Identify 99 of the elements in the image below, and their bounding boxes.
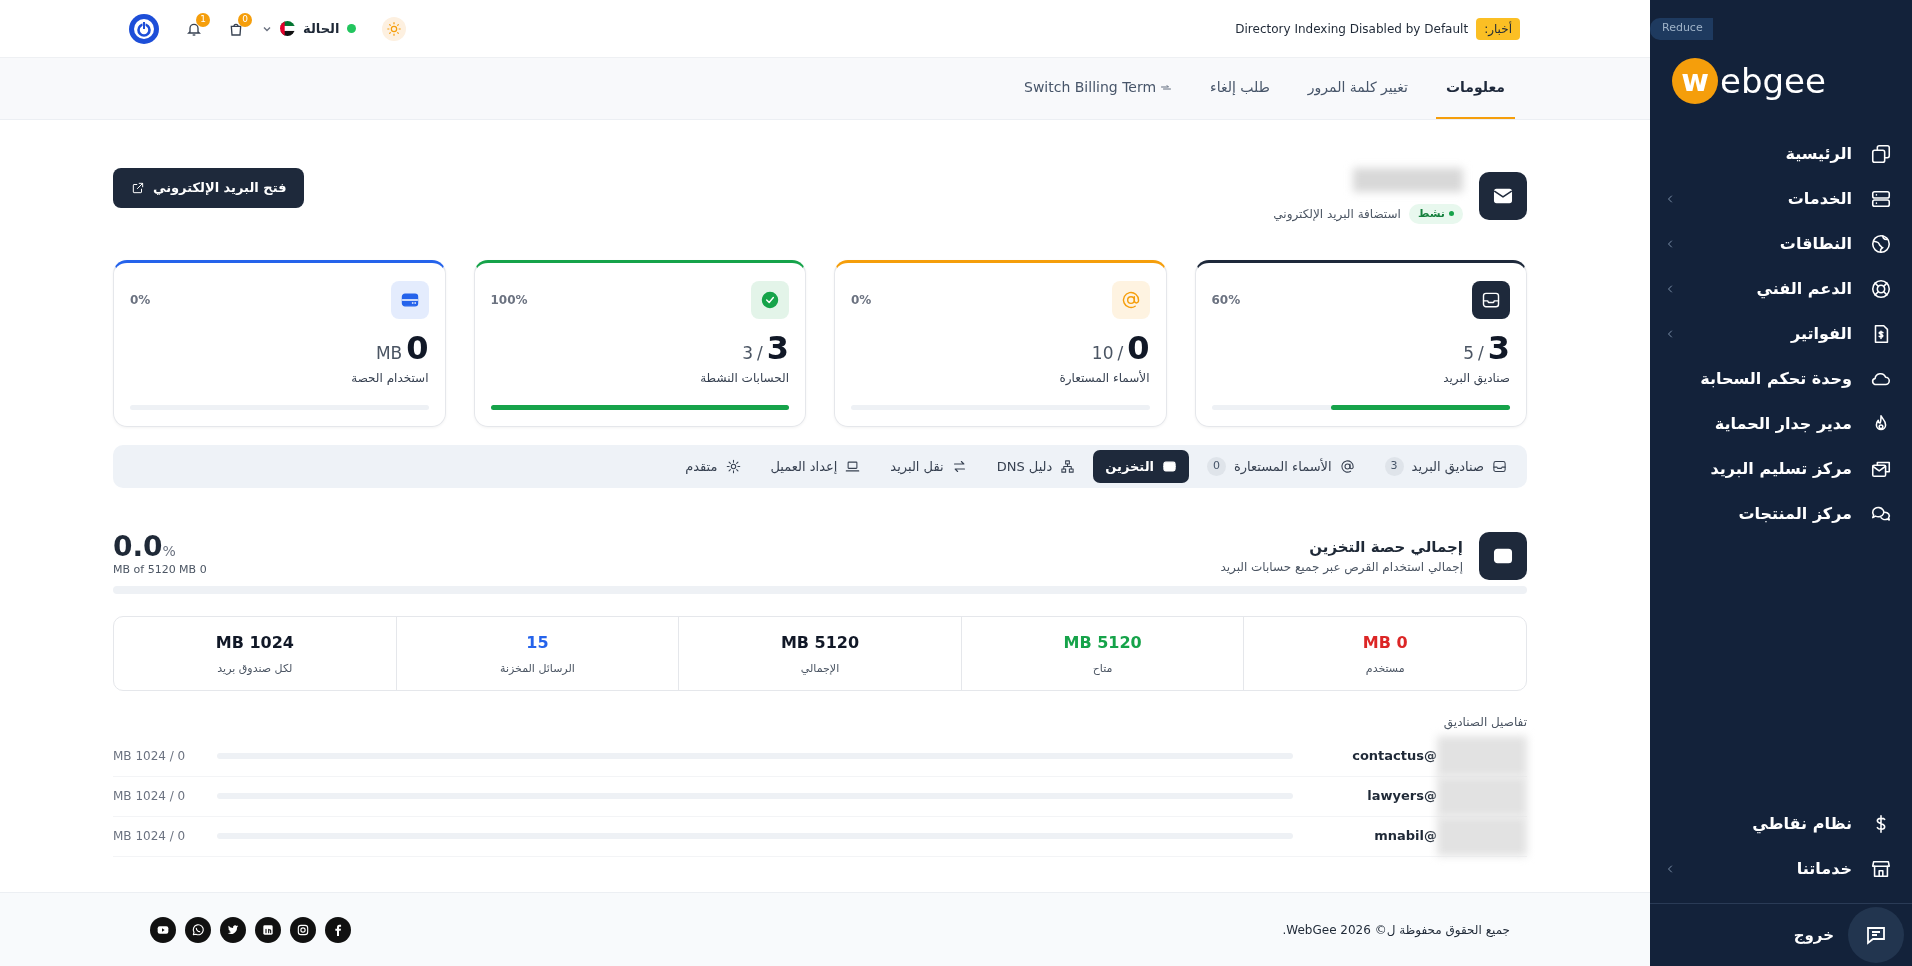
stat-number: 15 [525, 632, 550, 654]
section-tab[interactable]: إعداد العميل [758, 449, 873, 483]
social-link[interactable] [290, 916, 316, 943]
status-label[interactable]: الحالة [303, 18, 340, 39]
subnav-tab[interactable]: طلب إلغاء [1200, 58, 1280, 119]
stat-value: 3 [766, 331, 789, 367]
stat-value: 3 [1487, 331, 1510, 367]
sidebar-item[interactable]: مدير جدار الحماية [1650, 401, 1912, 447]
server-icon [1870, 188, 1892, 210]
flag-icon [280, 21, 295, 36]
subnav-tab[interactable]: معلومات [1435, 58, 1515, 119]
news-text[interactable]: Directory Indexing Disabled by Default [1235, 19, 1469, 38]
globe-icon [1870, 233, 1892, 255]
storage-usage: MB of 5120 MB 0 [113, 562, 207, 579]
notification-count: 1 [196, 12, 210, 27]
stat-label: صناديق البريد [1442, 369, 1510, 387]
stat-number: MB 1024 [214, 632, 295, 654]
stat-percent: 60% [1211, 292, 1241, 309]
social-link[interactable] [255, 916, 281, 943]
mailbox-usage: MB 1024 / 0 [113, 788, 187, 805]
mailbox-address: mnabil@ [1374, 827, 1437, 846]
lifebuoy-icon [1870, 278, 1892, 300]
check-circle-icon [760, 290, 780, 310]
sidebar-item[interactable]: الرئيسية [1650, 131, 1912, 177]
cart-count: 0 [238, 12, 252, 27]
stat-number: MB 5120 [779, 632, 861, 654]
stat-label: الحسابات النشطة [699, 369, 789, 387]
logout-link[interactable]: خروج [1793, 923, 1834, 947]
percent-sign: % [162, 543, 176, 562]
stat-label: استخدام الحصة [350, 369, 429, 387]
stat-caption: مستخدم [1364, 661, 1406, 677]
mailbox-address: contactus@ [1352, 747, 1437, 766]
status-text: نشط [1417, 205, 1445, 222]
stat-caption: الإجمالي [799, 661, 841, 677]
stacked-squares-icon [1870, 143, 1892, 165]
stat-caption: لكل صندوق بريد [216, 661, 294, 677]
sidebar-item[interactable]: خدماتنا [1650, 846, 1912, 891]
at-sign-icon [1339, 458, 1355, 474]
stat-value: 0 [1127, 331, 1150, 367]
section-label: تفاصيل الصناديق [1442, 713, 1527, 731]
swap-arrows-icon [951, 458, 967, 474]
stat-number: MB 5120 [1062, 632, 1143, 654]
social-link[interactable] [150, 916, 176, 943]
sidebar-item[interactable]: وحدة تحكم السحابة [1650, 356, 1912, 402]
mailbox-usage: MB 1024 / 0 [113, 828, 187, 845]
inbox-icon [1481, 290, 1501, 310]
section-tab[interactable]: متقدم [673, 449, 753, 483]
stat-caption: متاح [1091, 661, 1114, 677]
section-tab[interactable]: التخزين [1093, 449, 1189, 483]
sidebar-item[interactable]: الدعم الفني [1650, 266, 1912, 312]
stat-separator: / [1117, 342, 1124, 365]
network-icon [1060, 458, 1076, 474]
stat-caption: الرسائل المخزنة [499, 661, 576, 677]
sidebar-item[interactable]: الخدمات [1650, 176, 1912, 222]
storage-percent: 0.0 [113, 533, 163, 562]
mailbox-usage: MB 1024 / 0 [113, 748, 187, 765]
inbox-icon [1492, 458, 1507, 474]
sidebar-item[interactable]: نظام نقاطي [1650, 801, 1912, 846]
copyright-text: جميع الحقوق محفوظة ل© WebGee 2026. [1282, 921, 1510, 939]
section-tab[interactable]: دليل DNS [984, 449, 1088, 483]
open-webmail-button[interactable]: فتح البريد الإلكتروني [113, 168, 305, 208]
status-dot [1449, 211, 1454, 217]
webgee-logo[interactable]: w ebgee [1650, 39, 1912, 132]
social-link[interactable] [220, 916, 246, 943]
stat-number: MB 0 [1361, 632, 1409, 654]
stat-percent: 0% [130, 292, 151, 309]
subnav-tab[interactable]: تغيير كلمة المرور [1297, 58, 1418, 119]
storage-title: إجمالي حصة التخزين [1308, 536, 1463, 558]
stat-total: 5 [1463, 342, 1474, 365]
stat-percent: 0% [851, 292, 872, 309]
stat-percent: 100% [490, 292, 528, 309]
mailbox-address: lawyers@ [1367, 787, 1437, 806]
stat-separator: / [1478, 342, 1484, 365]
stat-separator: / [757, 342, 763, 365]
news-badge: أخبار: [1476, 17, 1520, 40]
external-link-icon [131, 180, 145, 195]
stat-total: 3 [742, 342, 753, 365]
section-tab[interactable]: نقل البريد [878, 449, 979, 483]
phone-bubble-icon [190, 921, 206, 938]
sidebar-item[interactable]: مركز المنتجات [1650, 491, 1912, 537]
stat-value: 0 [406, 331, 429, 367]
social-link[interactable] [185, 916, 211, 943]
stat-total: 10 [1091, 342, 1114, 365]
reduce-button[interactable]: Reduce [1650, 18, 1713, 40]
sidebar-item[interactable]: النطاقات [1650, 221, 1912, 267]
sidebar-item[interactable]: الفواتير [1650, 311, 1912, 357]
sidebar-item[interactable]: مركز تسليم البريد [1650, 446, 1912, 492]
laptop-icon [845, 458, 861, 474]
social-link[interactable] [325, 916, 351, 943]
product-name: استضافة البريد الإلكتروني [1273, 205, 1401, 223]
stat-label: الأسماء المستعارة [1058, 369, 1150, 387]
stat-total: MB [375, 342, 403, 365]
sun-icon [386, 20, 403, 37]
storage-subtitle: إجمالي استخدام القرص عبر جميع حسابات البريد [1220, 559, 1463, 577]
power-icon[interactable] [128, 12, 160, 45]
chat-button[interactable] [1848, 907, 1904, 963]
gear-icon [725, 458, 741, 474]
subnav-tab[interactable]: Switch Billing Term [1014, 58, 1183, 119]
at-sign-icon [1120, 290, 1141, 310]
